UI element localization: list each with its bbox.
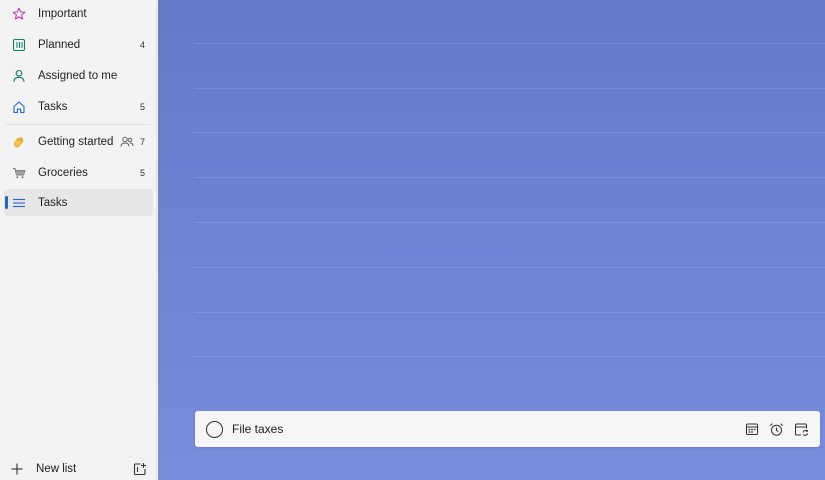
repeat-calendar-icon[interactable] bbox=[794, 421, 810, 437]
sidebar-list-groceries[interactable]: Groceries 5 bbox=[4, 159, 153, 186]
task-options bbox=[739, 421, 814, 437]
sidebar-item-tasks-home[interactable]: Tasks 5 bbox=[4, 93, 153, 120]
complete-circle-icon[interactable] bbox=[206, 420, 223, 438]
row-divider bbox=[194, 267, 825, 268]
home-icon bbox=[12, 100, 26, 114]
sidebar-list-tasks[interactable]: Tasks bbox=[4, 189, 153, 216]
new-list-button[interactable]: New list bbox=[36, 463, 132, 475]
waving-hand-icon bbox=[12, 135, 26, 149]
sidebar-item-planned[interactable]: Planned 4 bbox=[4, 31, 153, 58]
divider bbox=[6, 124, 151, 125]
row-divider bbox=[194, 177, 825, 178]
sidebar-item-important[interactable]: Important bbox=[4, 0, 153, 27]
star-icon bbox=[12, 7, 26, 21]
new-group-icon[interactable] bbox=[132, 461, 148, 477]
item-count: 5 bbox=[139, 167, 145, 178]
new-list-bar: New list bbox=[0, 458, 157, 480]
row-divider bbox=[194, 43, 825, 44]
row-divider bbox=[194, 88, 825, 89]
item-count: 7 bbox=[139, 136, 145, 147]
task-list-area bbox=[158, 0, 825, 480]
list-lines-icon bbox=[12, 196, 26, 210]
sidebar-item-label: Tasks bbox=[38, 196, 68, 209]
shopping-cart-icon bbox=[12, 166, 26, 180]
sidebar-list-getting-started[interactable]: Getting started 7 bbox=[4, 128, 153, 155]
alarm-clock-icon[interactable] bbox=[769, 421, 785, 437]
sidebar-item-label: Tasks bbox=[38, 100, 68, 113]
item-count: 4 bbox=[139, 39, 145, 50]
calendar-grid-icon bbox=[12, 38, 26, 52]
shared-people-icon bbox=[120, 136, 134, 148]
sidebar: Important Planned 4 Assigned to me Tasks… bbox=[0, 0, 157, 480]
row-divider bbox=[194, 132, 825, 133]
sidebar-item-label: Assigned to me bbox=[38, 69, 118, 82]
add-task-bar bbox=[195, 411, 820, 447]
empty-task-rows bbox=[194, 0, 825, 400]
item-count: 5 bbox=[139, 101, 145, 112]
row-divider bbox=[194, 312, 825, 313]
row-divider bbox=[194, 222, 825, 223]
row-divider bbox=[194, 356, 825, 357]
sidebar-item-assigned[interactable]: Assigned to me bbox=[4, 62, 153, 89]
person-icon bbox=[12, 69, 26, 83]
sidebar-item-label: Getting started bbox=[38, 135, 114, 148]
sidebar-item-label: Groceries bbox=[38, 166, 88, 179]
due-date-icon[interactable] bbox=[744, 421, 760, 437]
sidebar-item-label: Planned bbox=[38, 38, 81, 51]
add-task-input[interactable] bbox=[232, 419, 739, 439]
sidebar-item-label: Important bbox=[38, 7, 87, 20]
plus-icon[interactable] bbox=[9, 461, 25, 477]
